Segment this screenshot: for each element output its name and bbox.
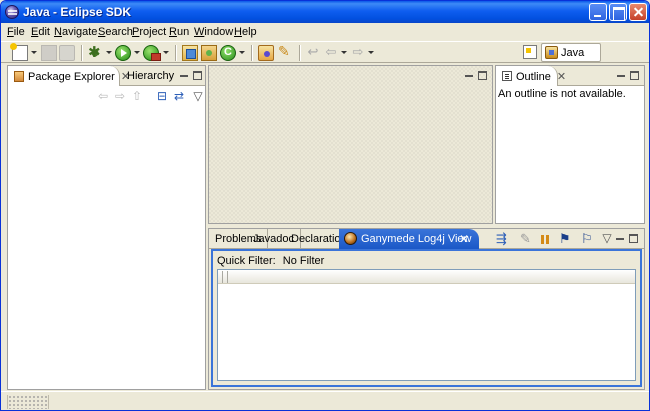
quick-filter-row[interactable]: Quick Filter: No Filter xyxy=(217,255,324,267)
outline-view: Outline ✕ An outline is not available. xyxy=(495,65,645,224)
status-bar-grip xyxy=(7,395,49,409)
minimize-view-icon[interactable] xyxy=(179,70,189,80)
tab-ganymede-log4j-view[interactable]: Ganymede Log4j View ✕ xyxy=(339,229,479,249)
menu-edit[interactable]: Edit xyxy=(31,26,50,38)
outline-icon xyxy=(502,71,512,81)
back-icon[interactable]: ⇦ xyxy=(323,45,339,61)
clear-log-icon[interactable]: ✎ xyxy=(520,232,536,248)
log-table-header-cell[interactable] xyxy=(222,271,228,283)
perspective-switcher: Java xyxy=(519,43,649,63)
menu-project[interactable]: Project xyxy=(132,26,166,38)
tab-log4j-close-icon[interactable]: ✕ xyxy=(459,232,469,246)
log4j-view-body: Quick Filter: No Filter xyxy=(211,249,642,387)
bottom-tab-row: Problems Javadoc Declaration Ganymede Lo… xyxy=(209,229,644,249)
search-icon[interactable] xyxy=(277,44,293,61)
eclipse-window: Java - Eclipse SDK File Edit Navigate Se… xyxy=(0,0,650,411)
tab-package-explorer-label: Package Explorer xyxy=(28,71,115,83)
new-wizard-icon[interactable] xyxy=(10,43,28,61)
toolbar-separator xyxy=(81,45,83,61)
quick-filter-label: Quick Filter: xyxy=(217,255,276,267)
back-dropdown-icon[interactable] xyxy=(341,51,347,54)
outline-empty-message: An outline is not available. xyxy=(498,88,626,100)
new-java-package-icon[interactable] xyxy=(182,45,198,61)
close-button[interactable] xyxy=(629,3,647,21)
menu-navigate[interactable]: Navigate xyxy=(54,26,97,38)
menu-file[interactable]: File xyxy=(7,26,25,38)
java-perspective-label: Java xyxy=(561,47,585,59)
view-menu-icon[interactable]: ▽ xyxy=(191,89,205,103)
package-explorer-toolbar: ⇦ ⇨ ⇧ ⊟ ⇄ ▽ xyxy=(8,86,205,106)
bottom-views-panel: Problems Javadoc Declaration Ganymede Lo… xyxy=(208,228,645,390)
tab-package-explorer[interactable]: Package Explorer ✕ xyxy=(8,66,130,86)
minimize-button[interactable] xyxy=(589,3,607,21)
tab-hierarchy[interactable]: Hierarchy xyxy=(121,66,180,86)
save-icon[interactable] xyxy=(41,45,57,61)
maximize-view-icon[interactable] xyxy=(630,71,639,80)
tab-ganymede-log4j-label: Ganymede Log4j View xyxy=(361,233,472,245)
run-dropdown-icon[interactable] xyxy=(134,51,140,54)
forward-dropdown-icon[interactable] xyxy=(368,51,374,54)
menu-bar: File Edit Navigate Search Project Run Wi… xyxy=(1,23,649,41)
collapse-all-icon[interactable]: ⊟ xyxy=(155,89,169,103)
menu-search[interactable]: Search xyxy=(98,26,133,38)
print-icon[interactable] xyxy=(59,45,75,61)
view-menu-icon[interactable]: ▽ xyxy=(600,231,614,245)
coverage-icon[interactable] xyxy=(220,45,236,61)
link-with-editor-icon[interactable]: ⇄ xyxy=(172,89,186,103)
last-edit-location-icon[interactable]: ↩ xyxy=(305,45,321,61)
coverage-dropdown-icon[interactable] xyxy=(239,51,245,54)
start-server-icon[interactable]: ⚑ xyxy=(559,232,575,248)
minimize-editor-icon[interactable] xyxy=(464,70,474,80)
log-table-header xyxy=(218,270,635,284)
up-icon[interactable]: ⇧ xyxy=(130,89,144,103)
new-dropdown-icon[interactable] xyxy=(31,51,37,54)
pause-icon[interactable] xyxy=(538,232,554,248)
minimize-view-icon[interactable] xyxy=(616,70,626,80)
open-type-icon[interactable] xyxy=(258,45,274,61)
menu-window[interactable]: Window xyxy=(194,26,233,38)
scroll-lock-icon[interactable]: ⇶ xyxy=(496,232,512,248)
external-tools-dropdown-icon[interactable] xyxy=(163,51,169,54)
debug-dropdown-icon[interactable] xyxy=(106,51,112,54)
open-perspective-icon[interactable] xyxy=(523,45,537,59)
quick-filter-value: No Filter xyxy=(282,255,325,267)
toolbar-separator xyxy=(299,45,301,61)
package-explorer-tab-row: Package Explorer ✕ Hierarchy xyxy=(8,66,205,86)
forward-icon[interactable]: ⇨ xyxy=(350,45,366,61)
stop-server-icon[interactable]: ⚐ xyxy=(581,232,597,248)
menu-help[interactable]: Help xyxy=(234,26,257,38)
maximize-view-icon[interactable] xyxy=(193,71,202,80)
maximize-button[interactable] xyxy=(609,3,627,21)
toolbar-separator xyxy=(251,45,253,61)
menu-run[interactable]: Run xyxy=(169,26,189,38)
outline-tab-row: Outline ✕ xyxy=(496,66,644,86)
window-title: Java - Eclipse SDK xyxy=(23,5,132,19)
java-perspective-icon xyxy=(545,46,558,59)
eclipse-app-icon xyxy=(5,5,19,19)
external-tools-icon[interactable] xyxy=(143,45,161,61)
maximize-view-icon[interactable] xyxy=(629,234,638,243)
log-table[interactable] xyxy=(217,269,636,381)
title-bar[interactable]: Java - Eclipse SDK xyxy=(1,1,649,23)
tab-outline[interactable]: Outline ✕ xyxy=(496,66,566,86)
package-explorer-icon xyxy=(14,71,24,82)
minimize-view-icon[interactable] xyxy=(615,233,625,243)
editor-area xyxy=(208,65,493,224)
package-explorer-view: Package Explorer ✕ Hierarchy ⇦ ⇨ ⇧ ⊟ ⇄ ▽ xyxy=(7,65,206,390)
debug-icon[interactable] xyxy=(87,43,103,61)
java-perspective-button[interactable]: Java xyxy=(541,43,601,62)
status-bar xyxy=(1,391,649,410)
run-icon[interactable] xyxy=(115,45,131,61)
tab-outline-close-icon[interactable]: ✕ xyxy=(557,70,566,83)
back-icon[interactable]: ⇦ xyxy=(96,89,110,103)
new-java-class-icon[interactable] xyxy=(201,45,217,61)
maximize-editor-icon[interactable] xyxy=(478,71,487,80)
forward-icon[interactable]: ⇨ xyxy=(113,89,127,103)
toolbar-separator xyxy=(175,45,177,61)
tab-outline-label: Outline xyxy=(516,71,551,83)
log4j-view-icon xyxy=(344,232,357,245)
